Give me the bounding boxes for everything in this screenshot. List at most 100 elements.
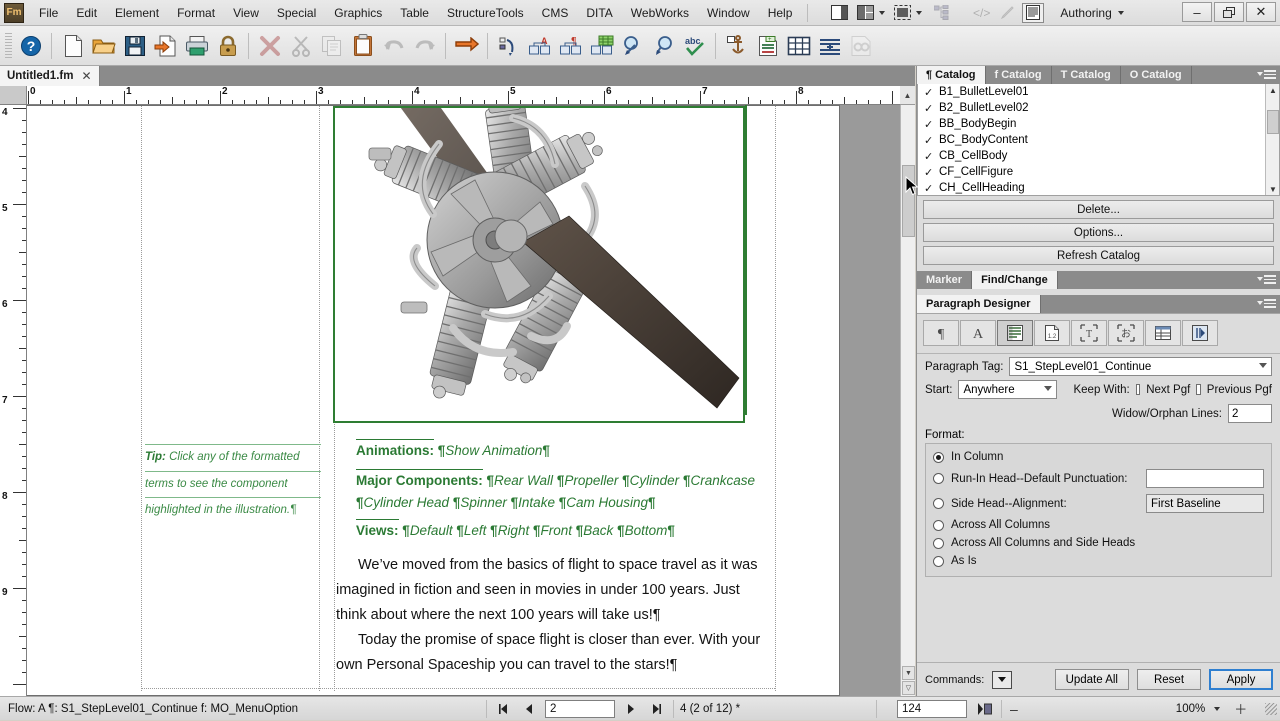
insert-footnote-icon[interactable]: + — [752, 30, 783, 61]
view-link-bottom[interactable]: Bottom — [625, 523, 668, 538]
format-option-row[interactable]: Run-In Head--Default Punctuation: — [926, 466, 1271, 491]
view-link-left[interactable]: Left — [464, 523, 487, 538]
chevron-down-icon[interactable] — [879, 10, 886, 15]
catalog-scrollbar-thumb[interactable] — [1267, 110, 1279, 134]
tab-o-catalog[interactable]: O Catalog — [1120, 66, 1192, 84]
chevron-down-icon[interactable] — [1214, 706, 1221, 711]
format-option-row[interactable]: As Is — [926, 552, 1271, 570]
panel-menu-icon[interactable] — [1256, 297, 1276, 310]
menu-cms[interactable]: CMS — [533, 2, 578, 24]
side-head-alignment-select[interactable]: First Baseline — [1146, 494, 1264, 513]
panel-layout-icon[interactable] — [828, 3, 850, 23]
format-option-row[interactable]: Side Head--Alignment: First Baseline — [926, 491, 1271, 516]
catalog-scrollbar[interactable]: ▲ ▼ — [1265, 84, 1279, 195]
keep-with-next-checkbox[interactable] — [1135, 384, 1141, 395]
page-number-input[interactable]: 2 — [545, 699, 615, 718]
menu-table[interactable]: Table — [391, 2, 438, 24]
menu-dita[interactable]: DITA — [577, 2, 621, 24]
reset-button[interactable]: Reset — [1137, 669, 1201, 690]
object-count-input[interactable]: 124 — [897, 699, 967, 718]
catalog-item[interactable]: ✓ CB_CellBody — [918, 148, 1279, 164]
format-option-row[interactable]: Across All Columns and Side Heads — [926, 534, 1271, 552]
catalog-item[interactable]: ✓ CH_CellHeading — [918, 180, 1279, 195]
tab-marker[interactable]: Marker — [917, 271, 973, 289]
format-option-row[interactable]: In Column — [926, 448, 1271, 466]
catalog-options-button[interactable]: Options... — [923, 223, 1274, 242]
menu-webworks[interactable]: WebWorks — [622, 2, 698, 24]
advanced-icon[interactable]: T — [1071, 320, 1107, 346]
help-icon[interactable]: ? — [15, 30, 46, 61]
paragraph-catalog-list[interactable]: ✓ B1_BulletLevel01 ✓ B2_BulletLevel02 ✓ BB_Bo… — [917, 84, 1280, 196]
zoom-out-icon[interactable] — [648, 30, 679, 61]
undo-icon[interactable] — [378, 30, 409, 61]
panel-menu-icon[interactable] — [1256, 273, 1276, 286]
radial-aircraft-engine-3d-figure[interactable] — [333, 106, 745, 423]
catalog-item[interactable]: ✓ B1_BulletLevel01 — [918, 84, 1279, 100]
scroll-down-arrow[interactable]: ▼ — [902, 666, 915, 680]
menu-view[interactable]: View — [224, 2, 268, 24]
anchor-icon[interactable] — [721, 30, 752, 61]
animation-link-show[interactable]: Show Animation — [445, 443, 542, 458]
asian-typography-icon[interactable]: お — [1108, 320, 1144, 346]
last-page-icon[interactable] — [647, 699, 667, 719]
zoom-in-button[interactable]: ＋ — [1234, 699, 1247, 718]
close-button[interactable]: ✕ — [1246, 2, 1276, 22]
wysiwyg-view-icon[interactable] — [1022, 2, 1045, 23]
chevron-up-icon[interactable]: ▲ — [1269, 86, 1277, 95]
table-cell-icon[interactable] — [1145, 320, 1181, 346]
paragraph-tag-select[interactable]: S1_StepLevel01_Continue — [1009, 357, 1272, 376]
framemaker-logo-icon[interactable]: Fm — [4, 2, 24, 23]
document-canvas[interactable]: Tip: Click any of the formatted terms to… — [27, 105, 900, 696]
new-document-icon[interactable] — [57, 30, 88, 61]
menu-help[interactable]: Help — [759, 2, 802, 24]
workspace-selector[interactable]: Authoring — [1060, 6, 1124, 20]
redo-icon[interactable] — [409, 30, 440, 61]
previous-page-icon[interactable] — [519, 699, 539, 719]
zoom-out-button[interactable]: – — [1010, 701, 1018, 717]
run-in-head-punctuation-input[interactable] — [1146, 469, 1264, 488]
view-link-front[interactable]: Front — [540, 523, 572, 538]
open-folder-icon[interactable] — [88, 30, 119, 61]
panel-menu-icon[interactable] — [1256, 68, 1276, 81]
save-icon[interactable] — [119, 30, 150, 61]
cut-icon[interactable] — [285, 30, 316, 61]
menu-graphics[interactable]: Graphics — [325, 2, 391, 24]
zoom-in-icon[interactable] — [617, 30, 648, 61]
tab-f-catalog[interactable]: f Catalog — [985, 66, 1052, 84]
copy-icon[interactable] — [316, 30, 347, 61]
spellcheck-icon[interactable]: abc — [679, 30, 710, 61]
catalog-item[interactable]: ✓ BB_BodyBegin — [918, 116, 1279, 132]
split-view-icon[interactable] — [854, 3, 876, 23]
element-table-icon[interactable] — [586, 30, 617, 61]
paste-icon[interactable] — [347, 30, 378, 61]
view-link-back[interactable]: Back — [583, 523, 613, 538]
direction-icon[interactable] — [1182, 320, 1218, 346]
insert-line-icon[interactable] — [814, 30, 845, 61]
numbering-icon[interactable]: 1.2 — [1034, 320, 1070, 346]
component-link-spinner[interactable]: Spinner — [460, 495, 507, 510]
print-icon[interactable] — [181, 30, 212, 61]
insert-table-icon[interactable] — [783, 30, 814, 61]
vertical-ruler[interactable]: 4 5 6 7 8 9 — [0, 105, 27, 696]
chevron-down-icon[interactable]: ▼ — [1269, 185, 1277, 194]
scroll-up-arrow[interactable]: ▲ — [900, 86, 915, 105]
component-link-propeller[interactable]: Propeller — [564, 473, 618, 488]
element-attribute-icon[interactable]: A — [524, 30, 555, 61]
toolbar-drag-handle[interactable] — [5, 32, 12, 59]
window-resize-grip[interactable] — [1265, 702, 1278, 715]
redo-arrow-icon[interactable] — [451, 30, 482, 61]
chevron-down-icon[interactable] — [916, 10, 923, 15]
radio-in-column[interactable] — [933, 451, 944, 463]
view-link-right[interactable]: Right — [498, 523, 530, 538]
apply-button[interactable]: Apply — [1209, 669, 1273, 690]
pencil-icon[interactable] — [996, 3, 1018, 23]
code-view-icon[interactable]: </> — [970, 3, 992, 23]
delete-icon[interactable] — [254, 30, 285, 61]
tip-sidehead-block[interactable]: Tip: Click any of the formatted terms to… — [145, 444, 321, 524]
widow-orphan-input[interactable]: 2 — [1228, 404, 1272, 423]
update-all-button[interactable]: Update All — [1054, 669, 1129, 690]
save-as-icon[interactable] — [150, 30, 181, 61]
pagination-icon[interactable] — [997, 320, 1033, 346]
close-icon[interactable]: ✕ — [81, 69, 91, 83]
menu-window[interactable]: Window — [698, 2, 759, 24]
